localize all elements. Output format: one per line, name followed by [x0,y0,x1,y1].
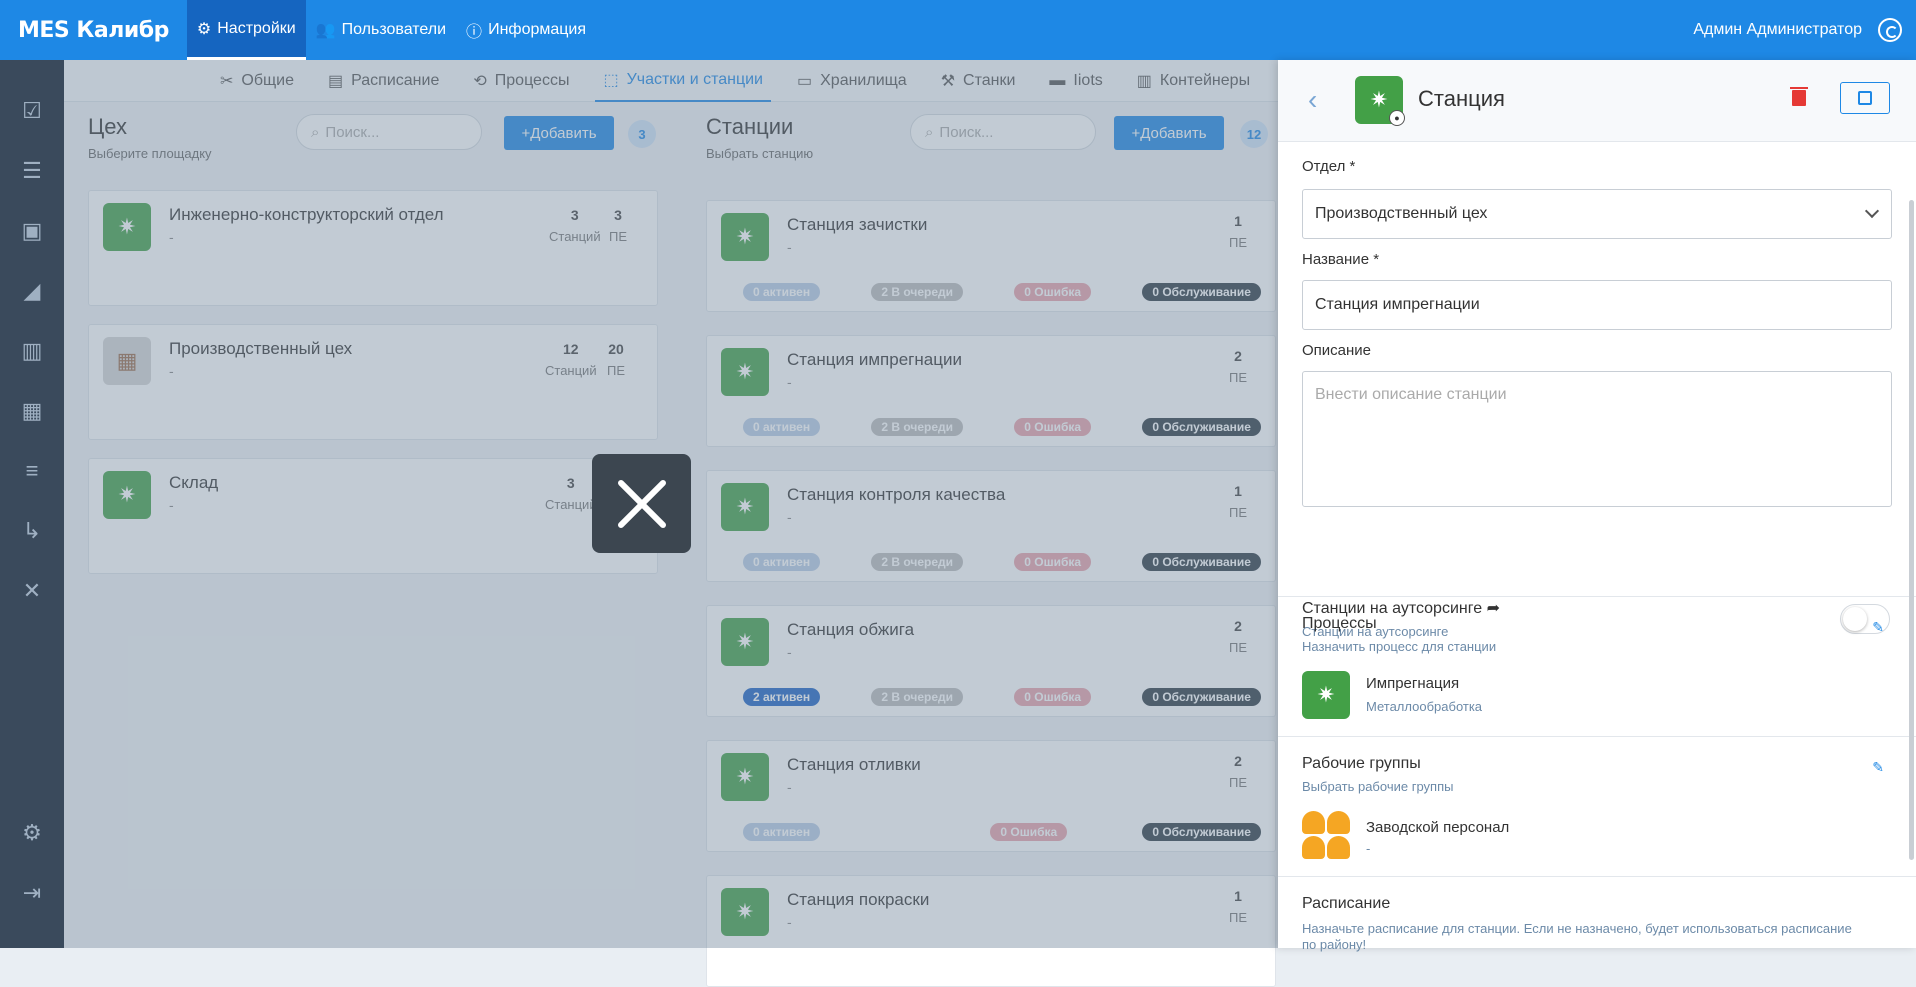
edit-groups-icon[interactable]: ✎ [1872,759,1884,776]
save-icon[interactable]: ▣ [17,216,47,246]
sidebar-bottom: ⚙ ⇥ [0,818,64,938]
desc-label: Описание [1302,342,1372,359]
user-badge-icon: ● [1389,110,1405,126]
save-button[interactable] [1840,82,1890,114]
processes-section: Процессы Назначить процесс для станции ✎… [1278,596,1916,736]
work-groups-section: Рабочие группы Выбрать рабочие группы ✎ … [1278,736,1916,876]
back-chevron-icon[interactable]: ‹ [1308,84,1317,116]
schedule-sub: Назначьте расписание для станции. Если н… [1302,921,1852,952]
top-nav: ⚙ Настройки 👥 Пользователи ⓘ Информация [186,0,596,60]
user-name: Админ Администратор [1693,21,1862,38]
groups-title: Рабочие группы [1302,755,1421,772]
tasks-icon[interactable]: ☑ [17,96,47,126]
settings-icon[interactable]: ⚙ [17,818,47,848]
name-field[interactable]: Станция импрегнации [1302,280,1892,330]
nav-info[interactable]: ⓘ Информация [456,0,596,60]
processes-sub: Назначить процесс для станции [1302,639,1497,654]
list-icon[interactable]: ≡ [17,456,47,486]
tools-icon[interactable]: ✕ [17,576,47,606]
description-textarea[interactable]: Внести описание станции [1302,371,1892,507]
info-icon: ⓘ [466,24,483,41]
company-logo-icon [1878,18,1902,42]
group-name: Заводской персонал [1366,819,1510,836]
logout-icon[interactable]: ⇥ [17,878,47,908]
gears-icon: ⚙ [196,20,212,38]
schedule-section: Расписание Назначьте расписание для стан… [1278,876,1916,952]
user-menu[interactable]: Админ Администратор [1693,0,1916,60]
delete-icon[interactable] [1790,87,1808,106]
station-edit-panel: ‹ ✷ ● Станция Отдел * Производственный це… [1278,60,1916,952]
panel-title: Станция [1418,86,1505,111]
panel-header: ‹ ✷ ● Станция [1278,60,1916,142]
users-icon: 👥 [315,22,336,39]
nav-users[interactable]: 👥 Пользователи [306,0,456,60]
edit-processes-icon[interactable]: ✎ [1872,619,1884,636]
sidebar: ☑ ☰ ▣ ◢ ▥ ▦ ≡ ↳ ✕ ⚙ ⇥ [0,60,64,948]
flow-icon[interactable]: ↳ [17,516,47,546]
panel-scrollbar[interactable] [1909,200,1914,860]
processes-title: Процессы [1302,615,1377,632]
nav-settings-label: Настройки [217,19,296,37]
process-sub: Металлообработка [1366,699,1483,714]
station-icon: ✷ ● [1355,76,1405,126]
sliders-icon[interactable]: ☰ [17,156,47,186]
process-name: Импрегнация [1366,675,1460,692]
name-label: Название * [1302,251,1380,268]
close-overlay-button[interactable] [592,454,691,553]
bar-chart-icon[interactable]: ▥ [17,336,47,366]
nav-info-label: Информация [488,21,587,38]
nav-users-label: Пользователи [341,21,447,38]
save-icon [1858,91,1872,105]
schedule-title: Расписание [1302,895,1391,912]
nav-settings[interactable]: ⚙ Настройки [186,0,306,60]
app-logo[interactable]: MES Калибр [0,0,187,60]
line-chart-icon[interactable]: ▦ [17,396,47,426]
close-icon [617,479,666,528]
chevron-down-icon [1864,203,1880,219]
workers-icon [1302,811,1350,859]
dept-value: Производственный цех [1315,205,1488,222]
top-bar: MES Калибр ⚙ Настройки 👥 Пользователи ⓘ … [0,0,1916,60]
dept-label: Отдел * [1302,158,1356,175]
groups-sub: Выбрать рабочие группы [1302,779,1454,794]
name-value: Станция импрегнации [1315,296,1480,313]
process-icon: ✷ [1302,671,1350,719]
station-form: Отдел * Производственный цех Название * … [1302,158,1892,507]
dept-select[interactable]: Производственный цех [1302,189,1892,239]
group-sub: - [1366,841,1371,856]
area-chart-icon[interactable]: ◢ [17,276,47,306]
